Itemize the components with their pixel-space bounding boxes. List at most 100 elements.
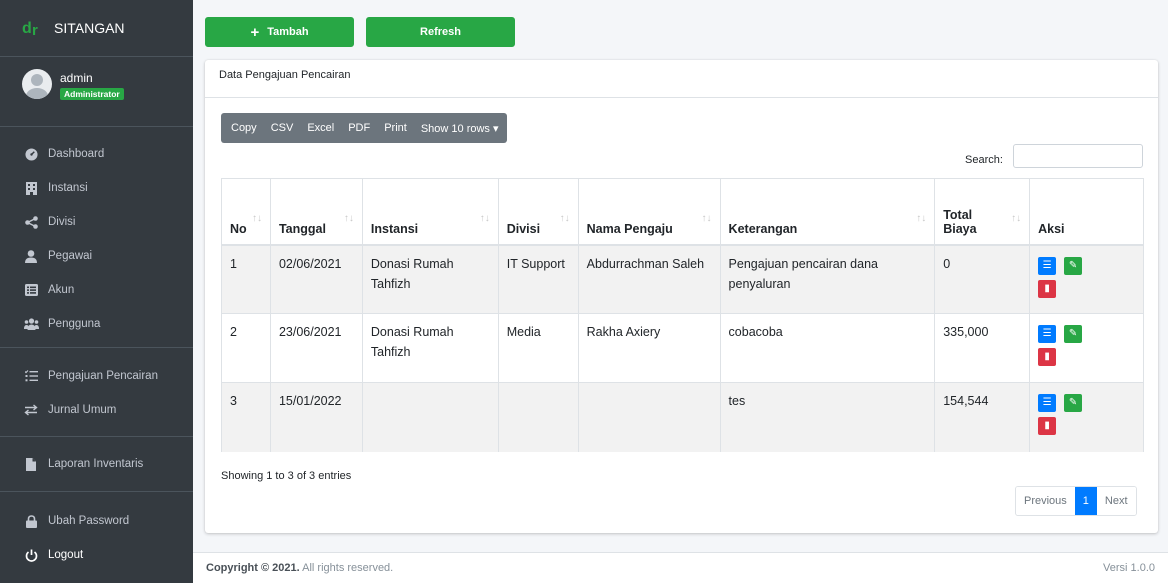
sidebar-item-logout[interactable]: Logout (0, 538, 193, 572)
nav-account: Ubah Password Logout (0, 492, 193, 572)
export-buttons: Copy CSV Excel PDF Print Show 10 rows ▾ (221, 113, 507, 143)
edit-button[interactable]: ✎ (1064, 256, 1083, 275)
dashboard-icon (22, 147, 40, 161)
sidebar-item-label: Dashboard (48, 148, 105, 160)
edit-icon: ✎ (1068, 328, 1078, 339)
cell-aksi: ☰ ✎ ▮ (1029, 382, 1144, 452)
table-row: 2 23/06/2021 Donasi Rumah Tahfizh Media … (221, 313, 1144, 383)
column-header-aksi: Aksi (1029, 178, 1144, 246)
cell-total-biaya: 0 (934, 244, 1030, 314)
avatar (22, 69, 52, 99)
sidebar-item-instansi[interactable]: Instansi (0, 171, 193, 205)
detail-button[interactable]: ☰ (1038, 394, 1057, 412)
cell-keterangan: Pengajuan pencairan dana penyaluran (719, 244, 935, 314)
add-button[interactable]: + Tambah (205, 17, 354, 47)
table-row: 1 02/06/2021 Donasi Rumah Tahfizh IT Sup… (221, 244, 1144, 314)
cell-no: 1 (221, 244, 271, 314)
users-icon (22, 318, 40, 330)
sidebar-item-dashboard[interactable]: Dashboard (0, 137, 193, 171)
column-header-nama-pengaju[interactable]: Nama Pengaju ↑↓ (577, 178, 721, 246)
sort-icon: ↑↓ (479, 212, 490, 224)
pdf-button[interactable]: PDF (341, 113, 377, 143)
data-table: No ↑↓ Tanggal ↑↓ Instansi ↑↓ Divisi ↑↓ Nama … (221, 178, 1144, 452)
sidebar-item-akun[interactable]: Akun (0, 273, 193, 307)
file-icon (22, 457, 40, 471)
trash-icon: ▮ (1044, 351, 1050, 362)
column-header-keterangan[interactable]: Keterangan ↑↓ (719, 178, 935, 246)
column-header-no[interactable]: No ↑↓ (221, 178, 271, 246)
sidebar-item-pengguna[interactable]: Pengguna (0, 307, 193, 341)
sidebar-item-jurnal-umum[interactable]: Jurnal Umum (0, 393, 193, 427)
nav-reports: Laporan Inventaris (0, 437, 193, 492)
cell-tanggal: 15/01/2022 (269, 382, 363, 452)
power-icon (22, 549, 40, 562)
edit-button[interactable]: ✎ (1064, 394, 1083, 412)
table-info: Showing 1 to 3 of 3 entries (221, 470, 352, 482)
sort-icon: ↑↓ (1011, 212, 1022, 224)
list-icon: ☰ (1042, 259, 1052, 271)
page-length-dropdown[interactable]: Show 10 rows ▾ (414, 113, 507, 143)
nav-main: Dashboard Instansi Divisi Pegawai Akun P… (0, 127, 193, 348)
trash-icon: ▮ (1044, 420, 1050, 431)
role-badge: Administrator (60, 88, 124, 100)
sort-icon: ↑↓ (916, 212, 927, 224)
sidebar-item-label: Jurnal Umum (48, 404, 117, 416)
print-button[interactable]: Print (377, 113, 414, 143)
sidebar-item-ubah-password[interactable]: Ubah Password (0, 504, 193, 538)
csv-button[interactable]: CSV (264, 113, 301, 143)
sidebar-item-pengajuan-pencairan[interactable]: Pengajuan Pencairan (0, 359, 193, 393)
copy-button[interactable]: Copy (221, 113, 264, 143)
cell-instansi: Donasi Rumah Tahfizh (361, 244, 499, 314)
excel-button[interactable]: Excel (300, 113, 341, 143)
edit-button[interactable]: ✎ (1064, 325, 1083, 343)
sidebar-item-laporan-inventaris[interactable]: Laporan Inventaris (0, 447, 193, 481)
column-header-total-biaya[interactable]: Total Biaya ↑↓ (934, 178, 1030, 246)
table-header-row: No ↑↓ Tanggal ↑↓ Instansi ↑↓ Divisi ↑↓ Nama … (221, 178, 1144, 246)
footer: Copyright © 2021. All rights reserved. V… (193, 552, 1168, 583)
pagination: Previous 1 Next (1015, 486, 1137, 516)
cell-divisi: IT Support (497, 244, 579, 314)
sidebar-item-label: Laporan Inventaris (48, 458, 144, 470)
sort-icon: ↑↓ (701, 212, 712, 224)
sort-icon: ↑↓ (559, 212, 570, 224)
delete-button[interactable]: ▮ (1038, 279, 1057, 298)
rights-text: All rights reserved. (302, 562, 394, 574)
search-input[interactable] (1013, 144, 1143, 168)
card-title: Data Pengajuan Pencairan (205, 60, 1158, 98)
previous-page-button[interactable]: Previous (1016, 487, 1075, 515)
cell-tanggal: 02/06/2021 (269, 244, 363, 314)
detail-button[interactable]: ☰ (1038, 256, 1057, 275)
sort-icon: ↑↓ (343, 212, 354, 224)
trash-icon: ▮ (1044, 282, 1050, 294)
edit-icon: ✎ (1068, 397, 1078, 408)
column-header-tanggal[interactable]: Tanggal ↑↓ (269, 178, 363, 246)
delete-button[interactable]: ▮ (1038, 348, 1057, 366)
edit-icon: ✎ (1068, 259, 1078, 271)
table-row: 3 15/01/2022 tes 154,544 ☰ ✎ ▮ (221, 382, 1144, 452)
add-button-label: Tambah (267, 26, 309, 38)
refresh-button[interactable]: Refresh (366, 17, 515, 47)
sidebar-item-label: Pengajuan Pencairan (48, 370, 158, 382)
next-page-button[interactable]: Next (1096, 487, 1136, 515)
user-name[interactable]: admin (60, 71, 124, 85)
brand[interactable]: d r SITANGAN (0, 0, 193, 57)
cell-keterangan: tes (719, 382, 935, 452)
refresh-button-label: Refresh (420, 26, 461, 38)
column-header-divisi[interactable]: Divisi ↑↓ (497, 178, 579, 246)
column-header-instansi[interactable]: Instansi ↑↓ (361, 178, 499, 246)
cell-total-biaya: 335,000 (934, 313, 1030, 383)
sidebar-item-pegawai[interactable]: Pegawai (0, 239, 193, 273)
sidebar-item-label: Logout (48, 549, 84, 561)
list-icon (22, 370, 40, 382)
delete-button[interactable]: ▮ (1038, 417, 1057, 435)
sidebar-item-label: Pegawai (48, 250, 93, 262)
detail-button[interactable]: ☰ (1038, 325, 1057, 343)
page-1-button[interactable]: 1 (1074, 487, 1097, 515)
building-icon (22, 181, 40, 195)
brand-name: SITANGAN (54, 20, 125, 36)
copyright-text: Copyright © 2021. (206, 562, 300, 574)
cell-instansi: Donasi Rumah Tahfizh (361, 313, 499, 383)
sidebar-item-divisi[interactable]: Divisi (0, 205, 193, 239)
version-text: Versi 1.0.0 (1103, 562, 1155, 574)
cell-divisi (497, 382, 579, 452)
